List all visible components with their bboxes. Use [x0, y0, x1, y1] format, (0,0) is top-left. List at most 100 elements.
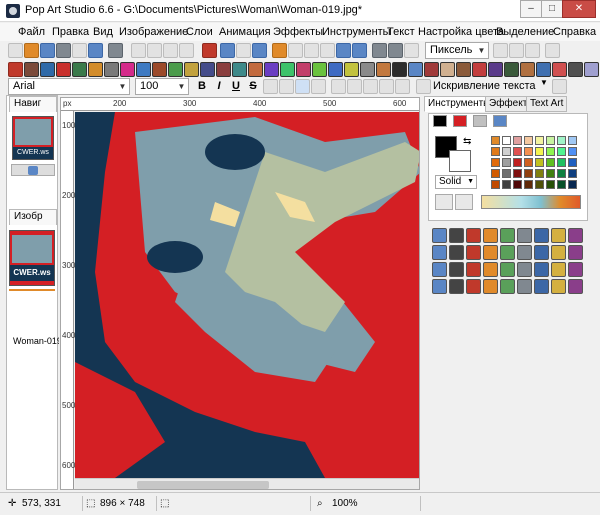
move-icon[interactable] — [449, 228, 464, 243]
color-swatch[interactable] — [513, 158, 522, 167]
text-style-5-icon[interactable] — [395, 79, 410, 94]
align-justify-icon[interactable] — [311, 79, 326, 94]
print-icon[interactable] — [108, 43, 123, 58]
canvas-area[interactable]: px 200 300 400 500 600 100 200 300 400 5… — [60, 97, 420, 490]
menu-color-adjust[interactable]: Настройка цвета — [418, 26, 504, 38]
font-size-dropdown[interactable]: 100 ▼ — [135, 78, 189, 95]
menu-help[interactable]: Справка — [553, 26, 596, 38]
grid-icon[interactable] — [493, 43, 508, 58]
text-style-4-icon[interactable] — [379, 79, 394, 94]
effect-icon-10[interactable] — [152, 62, 167, 77]
menu-effects[interactable]: Эффекты — [273, 26, 323, 38]
burn-icon[interactable] — [534, 245, 549, 260]
text-style-3-icon[interactable] — [363, 79, 378, 94]
line-icon[interactable] — [432, 262, 447, 277]
palette-edit-icon[interactable] — [455, 194, 473, 210]
gradient-mode-icon[interactable] — [453, 115, 467, 127]
effect-icon-37[interactable] — [584, 62, 599, 77]
picker-icon[interactable] — [551, 228, 566, 243]
effect-icon-18[interactable] — [280, 62, 295, 77]
rotate-left-icon[interactable] — [336, 43, 351, 58]
effect-icon-23[interactable] — [360, 62, 375, 77]
menu-animation[interactable]: Анимация — [219, 26, 271, 38]
gradient-icon[interactable] — [466, 262, 481, 277]
color-replace-icon[interactable] — [449, 279, 464, 294]
pop-art-image[interactable] — [75, 112, 420, 478]
settings-icon[interactable] — [388, 43, 403, 58]
fill-icon[interactable] — [449, 245, 464, 260]
effect-icon-3[interactable] — [40, 62, 55, 77]
color-swatch[interactable] — [491, 169, 500, 178]
paste-icon[interactable] — [163, 43, 178, 58]
color-swatch[interactable] — [535, 180, 544, 189]
bold-button[interactable]: B — [194, 79, 210, 94]
align-right-icon[interactable] — [295, 79, 310, 94]
color-swatch[interactable] — [546, 147, 555, 156]
effect-icon-21[interactable] — [328, 62, 343, 77]
color-swatch[interactable] — [557, 169, 566, 178]
save-icon[interactable] — [40, 43, 55, 58]
rotate-tool-icon[interactable] — [534, 262, 549, 277]
underline-button[interactable]: U — [228, 79, 244, 94]
image-thumbnail[interactable]: CWER.ws — [9, 230, 55, 286]
effect-icon-30[interactable] — [472, 62, 487, 77]
horizontal-scrollbar[interactable] — [75, 478, 419, 489]
star-icon[interactable] — [466, 279, 481, 294]
shape-icon[interactable] — [483, 262, 498, 277]
pattern-icon[interactable] — [500, 262, 515, 277]
open-folder-icon[interactable] — [24, 43, 39, 58]
color-swatch[interactable] — [491, 147, 500, 156]
layers-icon[interactable] — [320, 43, 335, 58]
image-icon[interactable] — [72, 43, 87, 58]
effect-icon-24[interactable] — [376, 62, 391, 77]
tab-text-art[interactable]: Text Art — [526, 96, 568, 112]
effect-icon-29[interactable] — [456, 62, 471, 77]
resize-icon[interactable] — [288, 43, 303, 58]
pattern-mode-icon[interactable] — [473, 115, 487, 127]
color-swatch[interactable] — [513, 180, 522, 189]
tool-icon[interactable] — [404, 43, 419, 58]
text-warp-label[interactable]: Искривление текста — [433, 80, 536, 92]
color-swatch[interactable] — [535, 147, 544, 156]
pentagon-icon[interactable] — [568, 279, 583, 294]
effect-icon-13[interactable] — [200, 62, 215, 77]
lasso-icon[interactable] — [466, 228, 481, 243]
hand-icon[interactable] — [568, 262, 583, 277]
effect-icon-7[interactable] — [104, 62, 119, 77]
flip-icon[interactable] — [551, 262, 566, 277]
text-icon[interactable] — [500, 228, 515, 243]
color-swatch[interactable] — [546, 136, 555, 145]
save-as-icon[interactable] — [88, 43, 103, 58]
color-swatch[interactable] — [535, 136, 544, 145]
color-swatch[interactable] — [524, 136, 533, 145]
color-swatch[interactable] — [524, 147, 533, 156]
effect-icon-17[interactable] — [264, 62, 279, 77]
brush-icon[interactable] — [517, 228, 532, 243]
color-swatch[interactable] — [568, 147, 577, 156]
crop-icon[interactable] — [272, 43, 287, 58]
color-swatch[interactable] — [568, 158, 577, 167]
color-swatch[interactable] — [513, 136, 522, 145]
color-swatch[interactable] — [557, 147, 566, 156]
maximize-button[interactable]: □ — [541, 0, 563, 18]
stamp-icon[interactable] — [568, 245, 583, 260]
effect-icon-1[interactable] — [8, 62, 23, 77]
undo-icon[interactable] — [220, 43, 235, 58]
swap-colors-icon[interactable]: ⇆ — [463, 136, 471, 147]
zoom-slider[interactable] — [11, 164, 55, 176]
sponge-icon[interactable] — [551, 245, 566, 260]
effect-icon-8[interactable] — [120, 62, 135, 77]
crop-tool-icon[interactable] — [517, 262, 532, 277]
color-swatch[interactable] — [568, 169, 577, 178]
color-swatch[interactable] — [568, 180, 577, 189]
color-mode-icon[interactable] — [433, 115, 447, 127]
tab-navigator[interactable]: Навиг — [9, 96, 57, 112]
effect-icon-22[interactable] — [344, 62, 359, 77]
clone-icon[interactable] — [568, 228, 583, 243]
effect-icon-19[interactable] — [296, 62, 311, 77]
color-swatch[interactable] — [491, 136, 500, 145]
effect-icon-36[interactable] — [568, 62, 583, 77]
menu-layers[interactable]: Слои — [186, 26, 213, 38]
sharpen-icon[interactable] — [483, 245, 498, 260]
gear-icon[interactable] — [372, 43, 387, 58]
